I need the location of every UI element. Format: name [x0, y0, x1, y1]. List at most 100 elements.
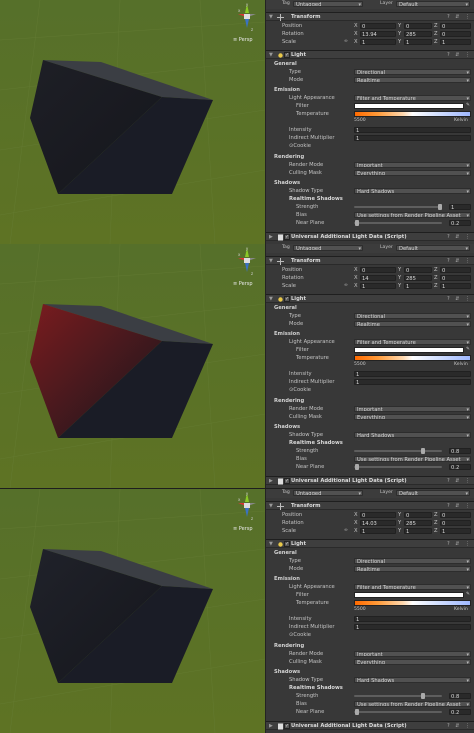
shadow-type-dropdown[interactable]: Hard Shadows [354, 188, 471, 194]
render-mode-dropdown[interactable]: Important [354, 406, 471, 412]
additional-light-data-header[interactable]: ▶ ✓ Universal Additional Light Data (Scr… [266, 721, 474, 730]
near-plane-knob[interactable] [355, 709, 359, 715]
component-tools-icon[interactable]: ? ⇵ ⋮ [447, 477, 472, 486]
rendering-section[interactable]: Rendering [266, 397, 474, 405]
light-enabled-checkbox[interactable]: ✓ [284, 52, 290, 58]
expand-arrow-icon[interactable]: ▼ [269, 295, 273, 304]
additional-light-data-header[interactable]: ▶ ✓ Universal Additional Light Data (Scr… [266, 232, 474, 241]
position-y-field[interactable]: 0 [404, 23, 432, 29]
position-x-field[interactable]: 0 [360, 512, 396, 518]
scale-y-field[interactable]: 1 [404, 528, 432, 534]
layer-dropdown[interactable]: Default [396, 490, 470, 496]
near-plane-knob[interactable] [355, 464, 359, 470]
layer-dropdown[interactable]: Default [396, 245, 470, 251]
indirect-field[interactable]: 1 [354, 624, 471, 630]
component-tools-icon[interactable]: ? ⇵ ⋮ [447, 502, 472, 511]
rotation-x-field[interactable]: 14.03 [360, 520, 396, 526]
strength-knob[interactable] [421, 448, 426, 454]
position-y-field[interactable]: 0 [404, 512, 432, 518]
tag-dropdown[interactable]: Untagged [293, 245, 363, 251]
scale-z-field[interactable]: 1 [440, 283, 471, 289]
emission-section[interactable]: Emission [266, 86, 474, 94]
strength-knob[interactable] [421, 693, 426, 699]
persp-label[interactable]: ≡ Persp [233, 281, 253, 287]
link-icon[interactable]: ∞ [344, 38, 348, 46]
script-enabled-checkbox[interactable]: ✓ [284, 478, 290, 484]
shadows-section[interactable]: Shadows [266, 668, 474, 676]
indirect-field[interactable]: 1 [354, 135, 471, 141]
component-tools-icon[interactable]: ? ⇵ ⋮ [447, 233, 472, 242]
appearance-dropdown[interactable]: Filter and Temperature [354, 584, 471, 590]
component-tools-icon[interactable]: ? ⇵ ⋮ [447, 295, 472, 304]
culling-dropdown[interactable]: Everything [354, 170, 471, 176]
near-plane-field[interactable]: 0.2 [449, 220, 471, 226]
rotation-x-field[interactable]: 14 [360, 275, 396, 281]
strength-field[interactable]: 0.8 [449, 693, 471, 699]
temperature-value[interactable]: 5500 [354, 117, 366, 125]
near-plane-slider[interactable] [354, 711, 442, 713]
component-tools-icon[interactable]: ? ⇵ ⋮ [447, 540, 472, 549]
type-dropdown[interactable]: Directional [354, 69, 471, 75]
orientation-gizmo[interactable]: y x z [236, 246, 258, 276]
rendering-section[interactable]: Rendering [266, 153, 474, 161]
light-enabled-checkbox[interactable]: ✓ [284, 296, 290, 302]
eyedropper-icon[interactable]: ✎ [466, 102, 470, 110]
strength-knob[interactable] [438, 204, 442, 210]
tag-dropdown[interactable]: Untagged [293, 1, 363, 7]
shadows-section[interactable]: Shadows [266, 423, 474, 431]
rotation-y-field[interactable]: 285 [404, 31, 432, 37]
expand-arrow-icon[interactable]: ▼ [269, 540, 273, 549]
transform-header[interactable]: ▼ Transform ? ⇵ ⋮ [266, 12, 474, 21]
position-x-field[interactable]: 0 [360, 267, 396, 273]
intensity-field[interactable]: 1 [354, 616, 471, 622]
tag-dropdown[interactable]: Untagged [293, 490, 363, 496]
scale-x-field[interactable]: 1 [360, 528, 396, 534]
scene-view[interactable]: y x z ≡ Persp [0, 489, 265, 733]
bias-dropdown[interactable]: Use settings from Render Pipeline Asset [354, 701, 471, 707]
scale-x-field[interactable]: 1 [360, 283, 396, 289]
intensity-field[interactable]: 1 [354, 371, 471, 377]
transform-header[interactable]: ▼ Transform ? ⇵ ⋮ [266, 501, 474, 510]
rotation-x-field[interactable]: 13.94 [360, 31, 396, 37]
strength-field[interactable]: 1 [449, 204, 471, 210]
light-header[interactable]: ▼ ✓ Light ? ⇵ ⋮ [266, 50, 474, 59]
component-tools-icon[interactable]: ? ⇵ ⋮ [447, 13, 472, 22]
scale-z-field[interactable]: 1 [440, 39, 471, 45]
render-mode-dropdown[interactable]: Important [354, 651, 471, 657]
expand-arrow-icon[interactable]: ▼ [269, 502, 273, 511]
persp-label[interactable]: ≡ Persp [233, 526, 253, 532]
position-z-field[interactable]: 0 [440, 267, 471, 273]
indirect-field[interactable]: 1 [354, 379, 471, 385]
shadow-type-dropdown[interactable]: Hard Shadows [354, 677, 471, 683]
rendering-section[interactable]: Rendering [266, 642, 474, 650]
position-z-field[interactable]: 0 [440, 23, 471, 29]
emission-section[interactable]: Emission [266, 575, 474, 583]
strength-slider[interactable] [354, 206, 442, 208]
expand-arrow-icon[interactable]: ▶ [269, 477, 273, 486]
temperature-value[interactable]: 5500 [354, 361, 366, 369]
emission-section[interactable]: Emission [266, 330, 474, 338]
component-tools-icon[interactable]: ? ⇵ ⋮ [447, 257, 472, 266]
scale-y-field[interactable]: 1 [404, 39, 432, 45]
scene-view[interactable]: y x z ≡ Persp [0, 0, 265, 244]
expand-arrow-icon[interactable]: ▶ [269, 722, 273, 731]
component-tools-icon[interactable]: ? ⇵ ⋮ [447, 51, 472, 60]
near-plane-slider[interactable] [354, 222, 442, 224]
culling-dropdown[interactable]: Everything [354, 414, 471, 420]
bias-dropdown[interactable]: Use settings from Render Pipeline Asset [354, 456, 471, 462]
strength-field[interactable]: 0.8 [449, 448, 471, 454]
rotation-y-field[interactable]: 285 [404, 520, 432, 526]
script-enabled-checkbox[interactable]: ✓ [284, 723, 290, 729]
near-plane-knob[interactable] [355, 220, 359, 226]
light-header[interactable]: ▼ ✓ Light ? ⇵ ⋮ [266, 539, 474, 548]
general-section[interactable]: General [266, 60, 474, 68]
general-section[interactable]: General [266, 304, 474, 312]
component-tools-icon[interactable]: ? ⇵ ⋮ [447, 722, 472, 731]
temperature-value[interactable]: 5500 [354, 606, 366, 614]
bias-dropdown[interactable]: Use settings from Render Pipeline Asset [354, 212, 471, 218]
culling-dropdown[interactable]: Everything [354, 659, 471, 665]
scale-y-field[interactable]: 1 [404, 283, 432, 289]
expand-arrow-icon[interactable]: ▼ [269, 51, 273, 60]
mode-dropdown[interactable]: Realtime [354, 321, 471, 327]
type-dropdown[interactable]: Directional [354, 558, 471, 564]
